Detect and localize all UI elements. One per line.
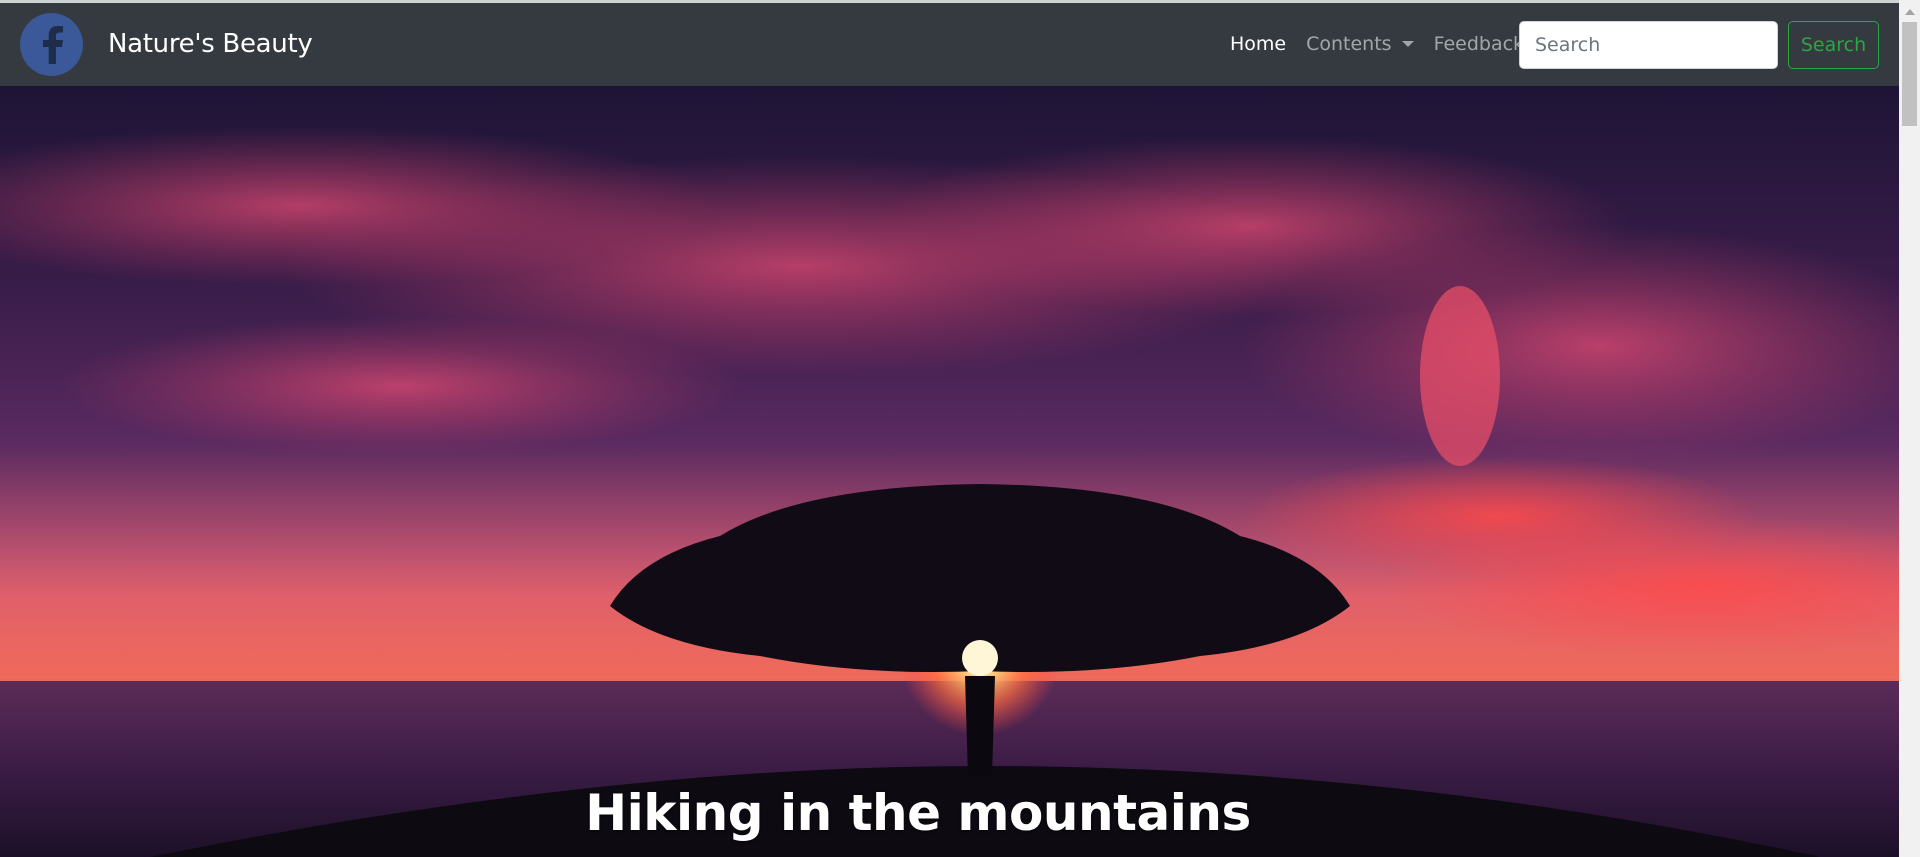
nav-link-feedback-label: Feedback — [1433, 33, 1525, 55]
nav-link-home[interactable]: Home — [1230, 33, 1286, 55]
nav-link-feedback[interactable]: Feedback — [1434, 33, 1524, 55]
hero-carousel — [0, 86, 1899, 857]
hero-caption: Hiking in the mountains — [585, 784, 1251, 842]
brand-name[interactable]: Nature's Beauty — [108, 29, 313, 59]
window-top-border — [0, 0, 1920, 3]
facebook-logo-button[interactable] — [20, 13, 83, 76]
scroll-up-arrow-icon[interactable] — [1899, 3, 1920, 20]
scrollbar-thumb[interactable] — [1902, 22, 1917, 126]
nav-links: Home Contents Feedback — [1230, 33, 1544, 55]
chevron-down-icon — [1401, 41, 1414, 47]
search-button[interactable]: Search — [1788, 21, 1879, 69]
nav-link-contents-label: Contents — [1306, 33, 1392, 55]
navbar: Nature's Beauty Home Contents Feedback S… — [0, 3, 1899, 86]
nav-link-contents-dropdown[interactable]: Contents — [1306, 33, 1414, 55]
page: Nature's Beauty Home Contents Feedback S… — [0, 0, 1899, 857]
page-scrollbar[interactable] — [1899, 0, 1920, 857]
hero-sunset-image — [0, 86, 1899, 857]
nav-link-home-label: Home — [1230, 33, 1287, 55]
search-input[interactable] — [1519, 21, 1778, 69]
facebook-icon — [42, 25, 63, 64]
